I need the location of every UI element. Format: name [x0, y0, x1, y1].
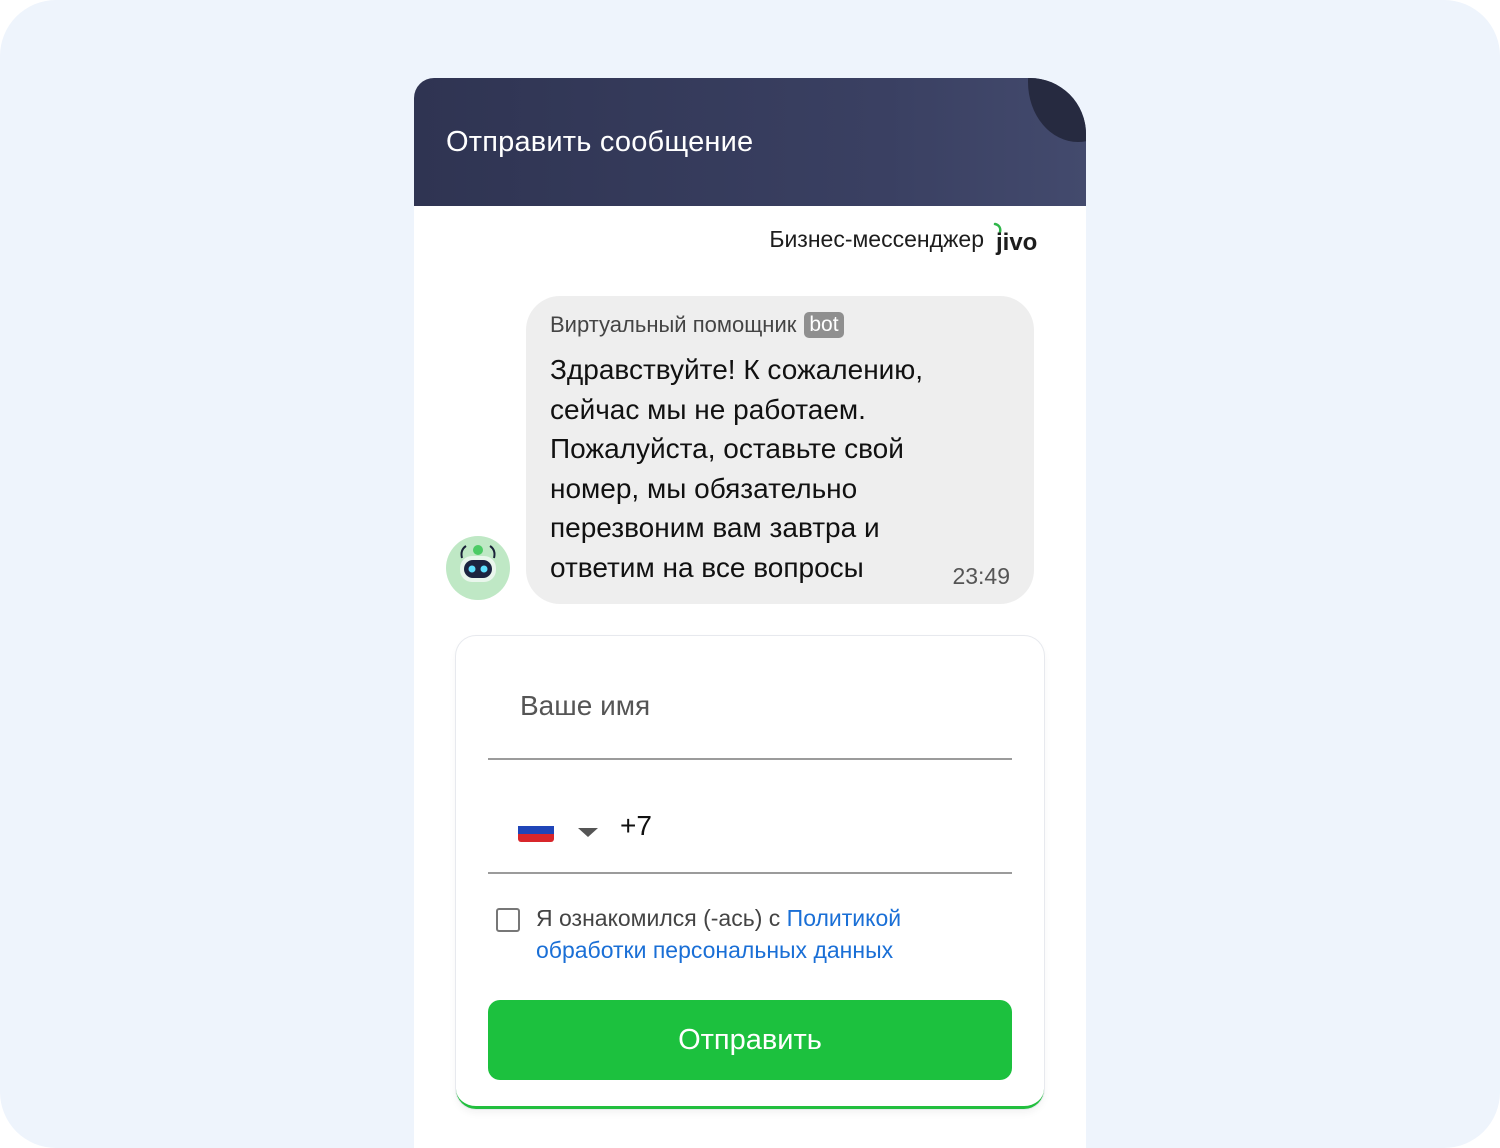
message-time: 23:49 — [952, 563, 1010, 589]
consent-checkbox[interactable] — [496, 908, 520, 932]
svg-text:jivo: jivo — [995, 229, 1037, 256]
widget-header: Отправить сообщение — [414, 78, 1086, 206]
header-decoration — [1028, 78, 1086, 142]
bot-avatar — [446, 536, 510, 600]
jivo-logo-icon: jivo — [992, 222, 1038, 256]
message-sender: Виртуальный помощник bot — [550, 312, 844, 338]
page-background: Отправить сообщение Бизнес-мессенджер ji… — [0, 0, 1500, 1148]
name-input[interactable]: Ваше имя — [488, 668, 1012, 760]
chat-widget: Отправить сообщение Бизнес-мессенджер ji… — [414, 78, 1086, 1148]
chevron-down-icon[interactable] — [578, 828, 598, 837]
robot-icon — [460, 545, 496, 582]
consent-label: Я ознакомился (-ась) с — [536, 905, 787, 931]
name-placeholder: Ваше имя — [520, 690, 651, 721]
bot-badge: bot — [804, 312, 844, 338]
contact-form: Ваше имя +7 Я ознакомился (-ась) с Полит… — [456, 636, 1044, 1109]
phone-prefix: +7 — [620, 810, 652, 841]
message-bubble: Виртуальный помощник bot Здравствуйте! К… — [526, 296, 1034, 604]
russia-flag-icon[interactable] — [518, 818, 554, 842]
branding[interactable]: Бизнес-мессенджер jivo — [769, 222, 1038, 256]
submit-button[interactable]: Отправить — [488, 1000, 1012, 1080]
sender-name: Виртуальный помощник — [550, 312, 797, 337]
message-text: Здравствуйте! К сожалению, сейчас мы не … — [550, 354, 924, 583]
header-title: Отправить сообщение — [446, 126, 754, 158]
consent-text: Я ознакомился (-ась) с Политикой обработ… — [536, 902, 996, 966]
branding-text: Бизнес-мессенджер — [769, 225, 984, 252]
phone-input[interactable]: +7 — [488, 782, 1012, 874]
